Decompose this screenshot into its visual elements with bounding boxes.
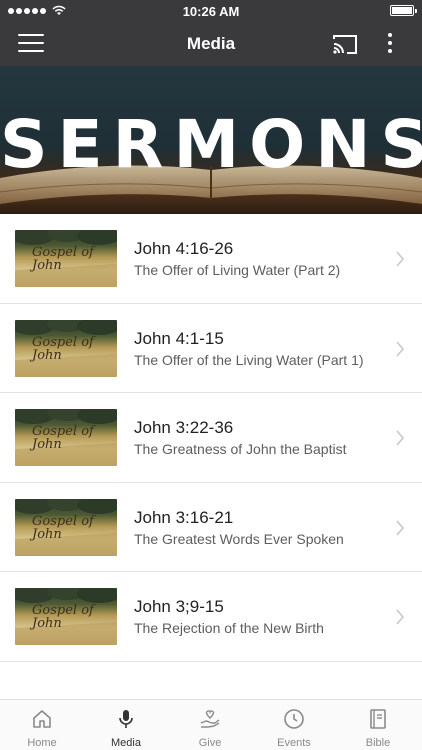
- sermon-item[interactable]: Gospel of John John 4:1-15 The Offer of …: [0, 304, 422, 393]
- sermon-item[interactable]: Gospel of John John 4:16-26 The Offer of…: [0, 214, 422, 304]
- sermon-thumbnail: Gospel of John: [15, 230, 117, 287]
- tab-give[interactable]: Give: [168, 700, 252, 750]
- more-options-button[interactable]: [380, 30, 400, 58]
- sermon-subtitle: The Greatness of John the Baptist: [134, 441, 347, 457]
- sermon-item[interactable]: Gospel of John John 3:22-36 The Greatnes…: [0, 393, 422, 483]
- sermon-subtitle: The Offer of Living Water (Part 2): [134, 262, 341, 278]
- sermon-title: John 4:1-15: [134, 328, 224, 348]
- chevron-right-icon: [396, 430, 405, 446]
- tab-bible[interactable]: Bible: [336, 700, 420, 750]
- sermon-thumbnail: Gospel of John: [15, 588, 117, 645]
- page-title: Media: [186, 34, 236, 53]
- tab-home[interactable]: Home: [0, 700, 84, 750]
- home-icon: [33, 710, 51, 728]
- sermon-subtitle: The Rejection of the New Birth: [134, 620, 324, 636]
- sermon-item[interactable]: Gospel of John John 3;9-15 The Rejection…: [0, 572, 422, 662]
- status-time: 10:26 AM: [182, 4, 240, 19]
- tab-label: Events: [277, 737, 311, 749]
- sermon-item[interactable]: Gospel of John John 3:16-21 The Greatest…: [0, 483, 422, 572]
- thumbnail-label: Gospel of John: [32, 334, 94, 363]
- sermon-subtitle: The Greatest Words Ever Spoken: [134, 530, 344, 547]
- sermon-thumbnail: Gospel of John: [15, 319, 117, 377]
- tab-label: Home: [27, 737, 57, 749]
- clock-icon: [284, 709, 304, 729]
- status-bar: 10:26 AM: [0, 0, 422, 22]
- sermon-title: John 3;9-15: [134, 597, 224, 616]
- chevron-right-icon: [396, 340, 405, 357]
- tab-media[interactable]: Media: [84, 700, 168, 750]
- chevron-right-icon: [396, 609, 405, 625]
- sermon-title: John 4:16-26: [134, 239, 234, 258]
- sermons-banner: SERMONS: [0, 66, 422, 214]
- battery-icon: [390, 5, 417, 16]
- book-icon: [370, 709, 386, 729]
- app-bar: Media: [0, 22, 422, 66]
- tab-label: Media: [111, 737, 141, 749]
- thumbnail-label: Gospel of John: [32, 513, 94, 542]
- cast-icon[interactable]: [332, 32, 358, 56]
- microphone-icon: [119, 710, 133, 728]
- sermon-subtitle: The Offer of the Living Water (Part 1): [134, 351, 364, 368]
- thumbnail-label: Gospel of John: [32, 245, 94, 273]
- give-icon: [200, 710, 220, 728]
- thumbnail-label: Gospel of John: [32, 424, 94, 452]
- chevron-right-icon: [396, 519, 405, 536]
- sermon-thumbnail: Gospel of John: [15, 498, 117, 556]
- tab-label: Give: [198, 737, 222, 749]
- banner-title: SERMONS: [0, 106, 422, 183]
- tab-bar: Home Media Give Events Bible: [0, 699, 422, 750]
- sermon-title: John 3:16-21: [134, 507, 234, 527]
- chevron-right-icon: [396, 251, 405, 267]
- sermon-title: John 3:22-36: [134, 418, 234, 437]
- tab-events[interactable]: Events: [252, 700, 336, 750]
- sermon-list: Gospel of John John 4:16-26 The Offer of…: [0, 214, 422, 662]
- thumbnail-label: Gospel of John: [32, 603, 94, 631]
- sermon-thumbnail: Gospel of John: [15, 409, 117, 466]
- tab-label: Bible: [365, 737, 391, 749]
